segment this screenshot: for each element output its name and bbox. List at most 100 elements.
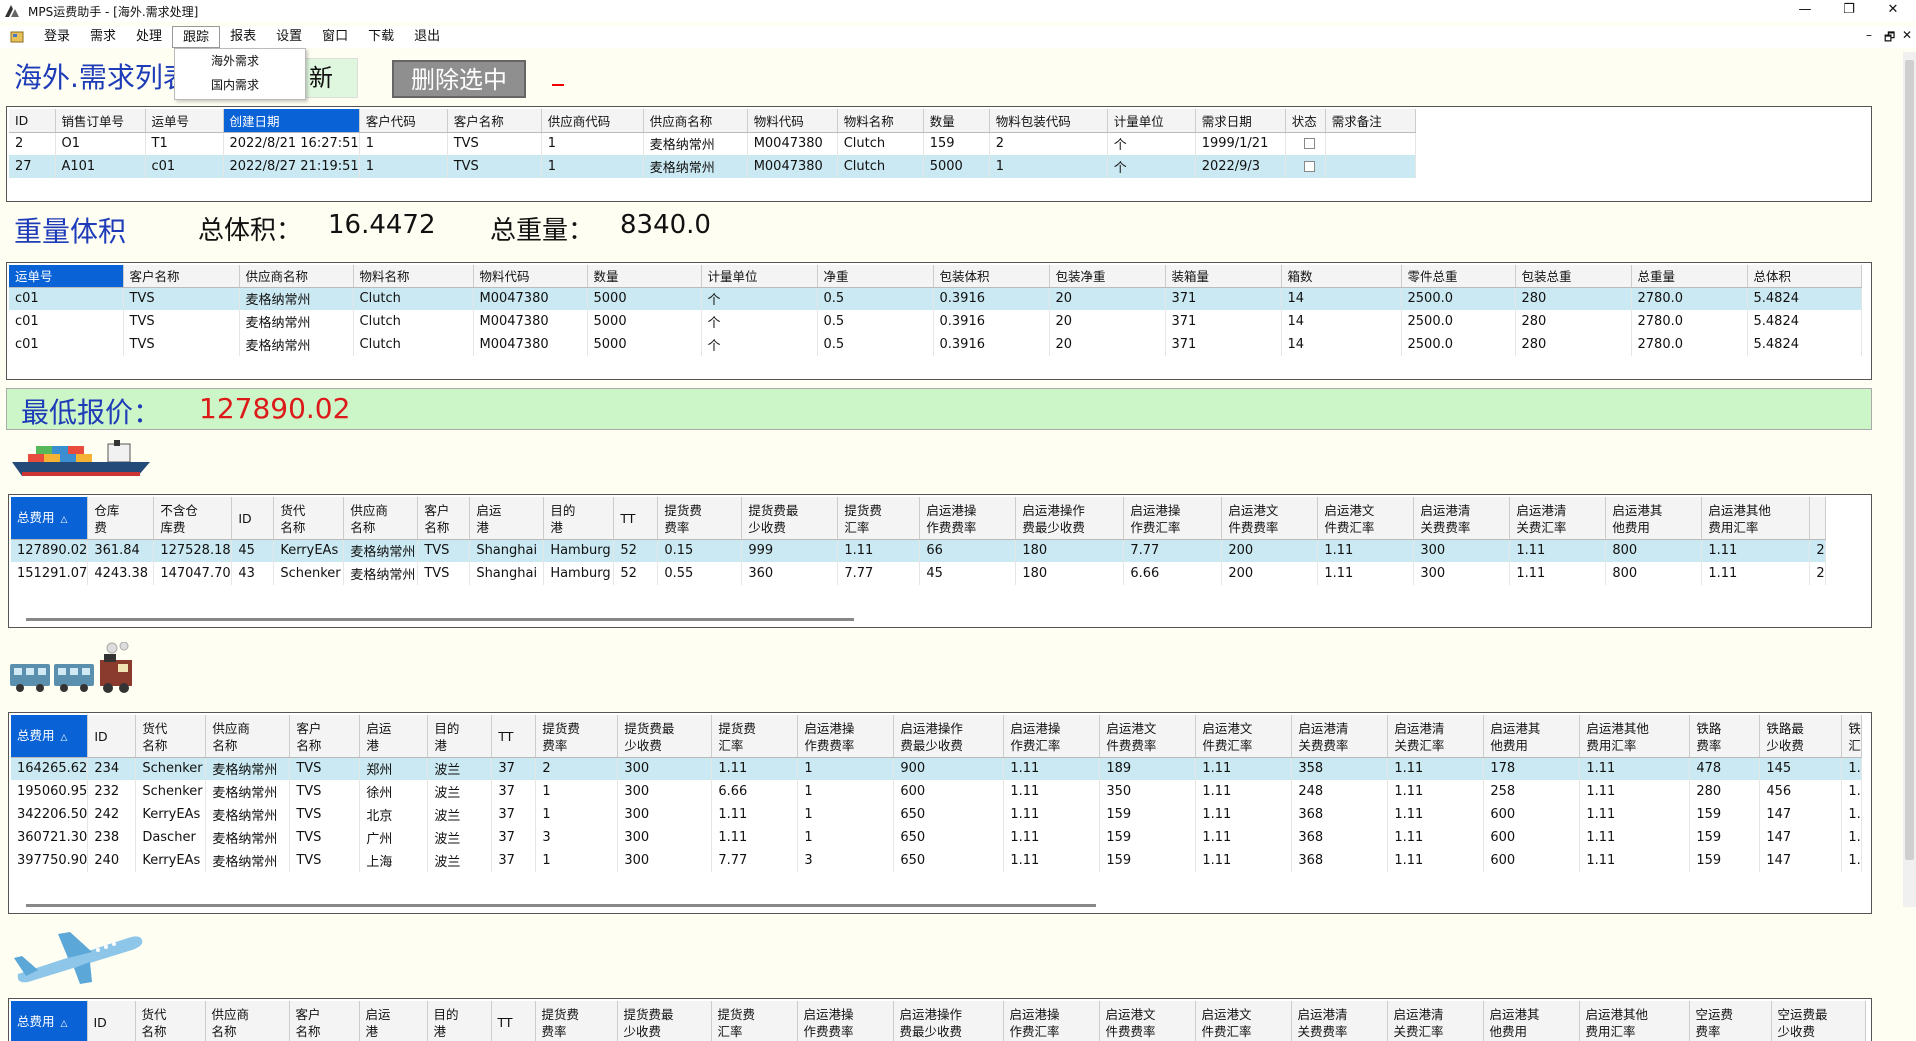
menu-download[interactable]: 下载 — [358, 26, 404, 48]
column-header[interactable]: 启运港清 关费汇率 — [1387, 1001, 1484, 1041]
column-header[interactable]: 包装体积 — [933, 265, 1050, 288]
column-header[interactable]: 铁 汇 — [1841, 715, 1863, 758]
column-header[interactable]: 启运港清 关费汇率 — [1509, 497, 1607, 540]
column-header[interactable]: 启运 港 — [359, 715, 429, 758]
menu-settings[interactable]: 设置 — [266, 26, 312, 48]
column-header[interactable]: 物料名称 — [837, 109, 924, 133]
maximize-button[interactable]: ❐ — [1826, 0, 1872, 22]
column-header[interactable]: 提货费 费率 — [657, 497, 743, 540]
column-header[interactable]: 提货费 汇率 — [711, 715, 799, 758]
column-header[interactable]: 总费用 △ — [11, 1001, 88, 1041]
column-header[interactable]: 运单号 — [9, 265, 124, 288]
column-header[interactable]: 启运港其他 费用汇率 — [1579, 715, 1691, 758]
column-header[interactable]: 启运港操 作费汇率 — [1003, 1001, 1100, 1041]
column-header[interactable]: 物料名称 — [353, 265, 474, 288]
column-header[interactable]: 净重 — [817, 265, 934, 288]
column-header[interactable]: 启运 港 — [469, 497, 545, 540]
column-header[interactable]: 启运港操 作费费率 — [797, 715, 895, 758]
column-header[interactable]: 启运港其 他费用 — [1483, 1001, 1580, 1041]
column-header[interactable]: TT — [491, 1001, 536, 1041]
column-header[interactable]: 需求日期 — [1195, 109, 1286, 133]
menu-report[interactable]: 报表 — [220, 26, 266, 48]
table-row[interactable]: 397750.90 240 KerryEAs 麦格纳常州 TVS 上海 波兰 37 1 300 7.… — [11, 849, 1863, 872]
table-row[interactable]: 164265.62 234 Schenker 麦格纳常州 TVS 郑州 波兰 37 2 300 1.… — [11, 757, 1863, 780]
refresh-button[interactable]: 新 — [302, 58, 358, 98]
column-header[interactable]: ID — [231, 497, 275, 540]
table-row[interactable]: 127890.02 361.84 127528.18 45 KerryEAs 麦格纳常州 T… — [11, 539, 1826, 562]
minimize-button[interactable]: — — [1782, 0, 1828, 22]
column-header[interactable]: 目的 港 — [427, 1001, 492, 1041]
column-header[interactable]: 启运港操 作费费率 — [919, 497, 1017, 540]
column-header[interactable]: 需求备注 — [1325, 109, 1416, 133]
column-header[interactable]: 运单号 — [145, 109, 224, 133]
column-header[interactable] — [1809, 497, 1826, 540]
mdi-minimize-button[interactable]: – — [1866, 28, 1872, 42]
column-header[interactable]: ID — [87, 715, 137, 758]
column-header[interactable]: 箱数 — [1281, 265, 1402, 288]
table-row[interactable]: 195060.95 232 Schenker 麦格纳常州 TVS 徐州 波兰 37 1 300 6.… — [11, 780, 1863, 803]
column-header[interactable]: 仓库 费 — [87, 497, 155, 540]
column-header[interactable]: 物料代码 — [473, 265, 588, 288]
column-header[interactable]: 创建日期 — [223, 109, 360, 133]
sort-ascending-icon[interactable]: △ — [61, 1019, 68, 1029]
column-header[interactable]: 启运 港 — [359, 1001, 428, 1041]
mdi-restore-button[interactable]: 🗗 — [1884, 28, 1895, 49]
delete-selected-button[interactable]: 删除选中 — [392, 60, 526, 98]
column-header[interactable]: 提货费最 少收费 — [741, 497, 839, 540]
sea-horizontal-scrollbar[interactable] — [26, 618, 854, 621]
column-header[interactable]: 供应商名称 — [239, 265, 354, 288]
column-header[interactable]: 数量 — [923, 109, 990, 133]
column-header[interactable]: 状态 — [1285, 109, 1326, 133]
column-header[interactable]: 总重量 — [1631, 265, 1748, 288]
column-header[interactable]: 供应商 名称 — [205, 1001, 290, 1041]
dropdown-item-domestic-demand[interactable]: 国内需求 — [175, 73, 305, 97]
sort-ascending-icon[interactable]: △ — [61, 733, 68, 743]
scrollbar-thumb[interactable] — [1905, 60, 1914, 860]
table-row[interactable]: c01 TVS 麦格纳常州 Clutch M0047380 5000 个 0.5 0.3916 2… — [9, 333, 1862, 356]
mdi-close-button[interactable]: ✕ — [1902, 28, 1912, 42]
column-header[interactable]: 提货费 汇率 — [837, 497, 921, 540]
column-header[interactable]: 货代 名称 — [135, 715, 207, 758]
menu-window[interactable]: 窗口 — [312, 26, 358, 48]
column-header[interactable]: 供应商 名称 — [205, 715, 291, 758]
column-header[interactable]: TT — [613, 497, 659, 540]
close-button[interactable]: ✕ — [1870, 0, 1916, 22]
column-header[interactable]: 提货费 费率 — [535, 715, 619, 758]
column-header[interactable]: 启运港操 作费汇率 — [1123, 497, 1223, 540]
column-header[interactable]: 空运费最 少收费 — [1771, 1001, 1866, 1041]
column-header[interactable]: 启运港文 件费费率 — [1221, 497, 1319, 540]
column-header[interactable]: 提货费 汇率 — [711, 1001, 798, 1041]
column-header[interactable]: 物料包装代码 — [989, 109, 1108, 133]
column-header[interactable]: TT — [491, 715, 537, 758]
status-checkbox[interactable] — [1303, 138, 1315, 150]
menu-track[interactable]: 跟踪 — [172, 26, 221, 48]
column-header[interactable]: 提货费 费率 — [535, 1001, 618, 1041]
column-header[interactable]: 货代 名称 — [273, 497, 345, 540]
menu-process[interactable]: 处理 — [126, 26, 172, 48]
column-header[interactable]: 启运港文 件费汇率 — [1195, 1001, 1292, 1041]
column-header[interactable]: 提货费最 少收费 — [617, 1001, 712, 1041]
column-header[interactable]: 空运费 费率 — [1689, 1001, 1772, 1041]
table-row[interactable]: 360721.30 238 Dascher 麦格纳常州 TVS 广州 波兰 37 3 300 1.1… — [11, 826, 1863, 849]
column-header[interactable]: 包装总重 — [1515, 265, 1632, 288]
column-header[interactable]: 总费用 △ — [11, 497, 89, 540]
table-row[interactable]: 342206.50 242 KerryEAs 麦格纳常州 TVS 北京 波兰 37 1 300 1.… — [11, 803, 1863, 826]
column-header[interactable]: 启运港操作 费最少收费 — [893, 715, 1005, 758]
column-header[interactable]: 启运港其他 费用汇率 — [1701, 497, 1811, 540]
column-header[interactable]: 启运港其他 费用汇率 — [1579, 1001, 1690, 1041]
table-row[interactable]: c01 TVS 麦格纳常州 Clutch M0047380 5000 个 0.5 0.3916 2… — [9, 310, 1862, 333]
menu-demand[interactable]: 需求 — [80, 26, 126, 48]
table-row[interactable]: c01 TVS 麦格纳常州 Clutch M0047380 5000 个 0.5 0.3916 2… — [9, 287, 1862, 310]
column-header[interactable]: 启运港操作 费最少收费 — [1015, 497, 1125, 540]
column-header[interactable]: 客户 名称 — [417, 497, 471, 540]
dropdown-item-overseas-demand[interactable]: 海外需求 — [175, 49, 305, 73]
column-header[interactable]: 启运港清 关费汇率 — [1387, 715, 1485, 758]
column-header[interactable]: 零件总重 — [1401, 265, 1516, 288]
column-header[interactable]: 总体积 — [1747, 265, 1862, 288]
column-header[interactable]: 目的 港 — [427, 715, 493, 758]
column-header[interactable]: 供应商名称 — [643, 109, 748, 133]
column-header[interactable]: 启运港文 件费费率 — [1099, 1001, 1196, 1041]
column-header[interactable]: 装箱量 — [1165, 265, 1282, 288]
column-header[interactable]: 目的 港 — [543, 497, 615, 540]
column-header[interactable]: 销售订单号 — [55, 109, 146, 133]
